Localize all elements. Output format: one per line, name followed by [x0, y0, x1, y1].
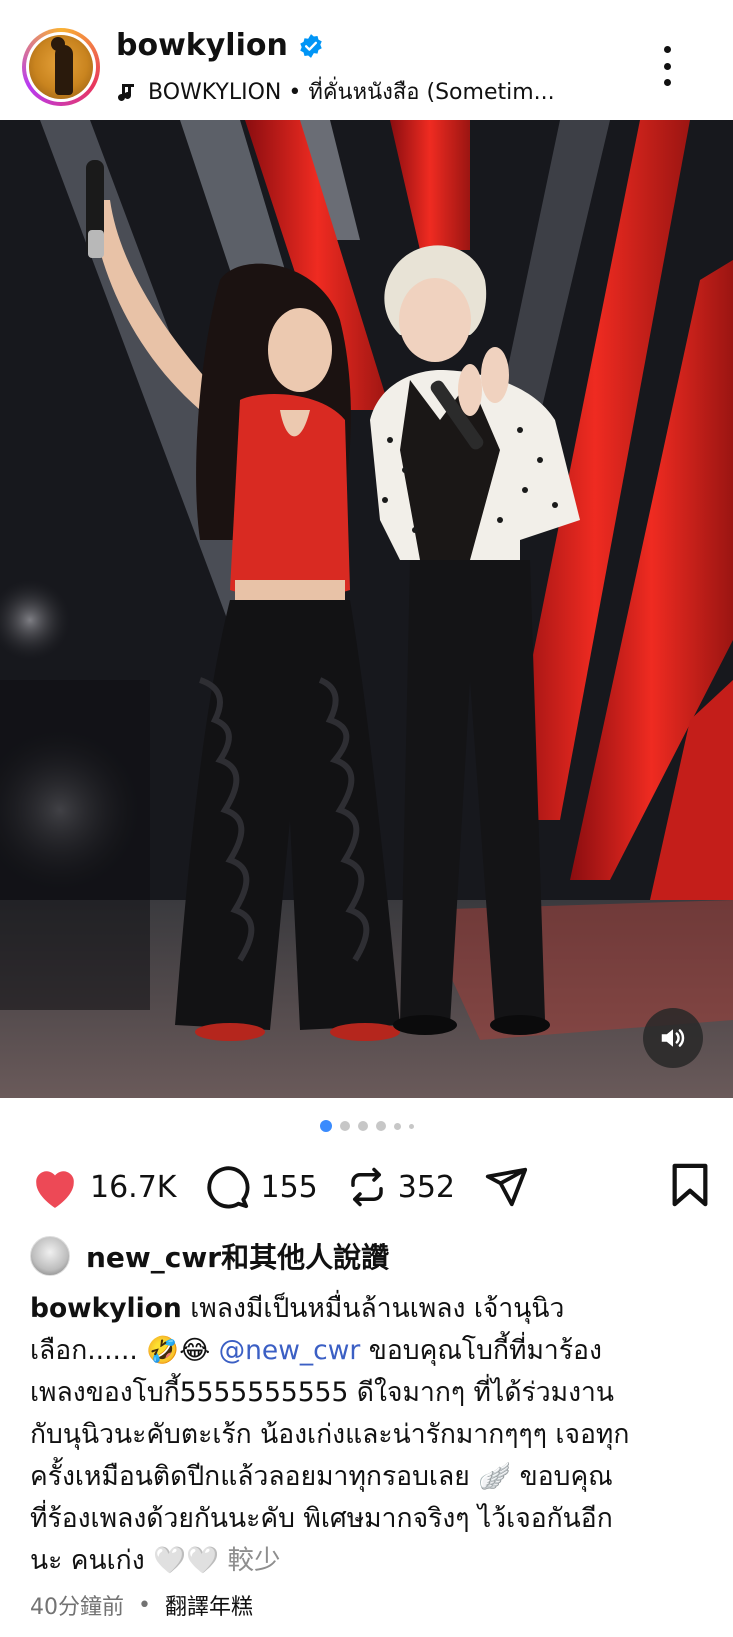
repost-button[interactable]: 352: [346, 1166, 455, 1208]
profile-avatar[interactable]: [22, 28, 100, 106]
music-info[interactable]: BOWKYLION • ที่คั่นหนังสือ (Sometim...: [114, 74, 614, 109]
carousel-indicator: [0, 1120, 733, 1132]
liked-by-text: new_cwr和其他人說讚: [86, 1241, 390, 1274]
save-button[interactable]: [670, 1162, 710, 1212]
share-button[interactable]: [483, 1164, 529, 1210]
post-header: bowkylion BOWKYLION • ที่คั่นหนังสือ (So…: [0, 0, 733, 120]
volume-icon: [661, 1029, 685, 1047]
verified-badge-icon: [300, 33, 322, 58]
caption-text: ที่ร้องเพลงด้วยกันนะคับ พิเศษมากจริงๆ ไว…: [30, 1503, 613, 1534]
carousel-dot: [393, 1122, 401, 1130]
post-photo[interactable]: [0, 120, 733, 1098]
heart-icon: [36, 1171, 74, 1208]
caption-text: กับนุนิวนะคับตะเร้ก น้องเก่งและน่ารักมาก…: [30, 1419, 630, 1450]
carousel-dot-active: [319, 1120, 332, 1132]
avatar-image: [29, 35, 93, 99]
send-icon: [485, 1167, 528, 1207]
post-meta: 40分鐘前 • 翻譯年糕: [30, 1589, 253, 1621]
bookmark-icon: [672, 1163, 708, 1207]
more-vertical-icon: [663, 46, 671, 53]
username[interactable]: bowkylion: [116, 28, 288, 63]
timestamp: 40分鐘前: [30, 1595, 124, 1620]
caption-text: นะ คนเก่ง: [30, 1545, 154, 1576]
carousel-dot: [339, 1121, 350, 1131]
stage-photo: [0, 120, 733, 1098]
music-title: BOWKYLION • ที่คั่นหนังสือ (Sometim...: [148, 80, 555, 105]
show-less-link[interactable]: 較少: [219, 1545, 281, 1576]
like-count: 16.7K: [90, 1169, 177, 1205]
liked-by[interactable]: new_cwr和其他人說讚: [30, 1236, 389, 1276]
music-note-icon: [118, 83, 134, 101]
carousel-dot: [375, 1121, 386, 1131]
comment-icon: [207, 1166, 250, 1209]
caption-text: เพลงมีเป็นหมื่นล้านเพลง เจ้านุนิว: [190, 1293, 565, 1324]
repost-icon: [351, 1167, 383, 1207]
emoji: 🪽: [478, 1461, 512, 1492]
liked-by-avatar: [30, 1236, 70, 1276]
carousel-dot: [408, 1123, 414, 1129]
caption-text: เลือก......: [30, 1335, 147, 1366]
emoji: 🤍🤍: [153, 1545, 220, 1576]
volume-button[interactable]: [643, 1008, 703, 1068]
emoji: 🤣😂: [146, 1335, 211, 1366]
action-bar: 16.7K 155 352: [30, 1152, 710, 1222]
caption-text: ขอบคุณ: [511, 1461, 613, 1492]
comment-button[interactable]: 155: [204, 1164, 318, 1210]
caption-text: ครั้งเหมือนติดปีกแล้วลอยมาทุกรอบเลย: [30, 1461, 479, 1492]
separator: •: [138, 1592, 151, 1618]
caption-text: เพลงของโบกี้5555555555 ดีใจมากๆ ที่ได้ร่…: [30, 1377, 615, 1408]
translate-link[interactable]: 翻譯年糕: [165, 1589, 253, 1621]
caption-username[interactable]: bowkylion: [30, 1293, 182, 1324]
post-caption: bowkylion เพลงมีเป็นหมื่นล้านเพลง เจ้านุ…: [30, 1288, 710, 1582]
carousel-dot: [357, 1121, 368, 1131]
caption-text: ขอบคุณโบกี้ที่มาร้อง: [360, 1335, 602, 1366]
repost-count: 352: [397, 1169, 456, 1205]
mention-link[interactable]: @new_cwr: [219, 1335, 361, 1366]
like-button[interactable]: 16.7K: [30, 1164, 176, 1210]
more-options-button[interactable]: [661, 46, 673, 86]
comment-count: 155: [260, 1169, 318, 1205]
